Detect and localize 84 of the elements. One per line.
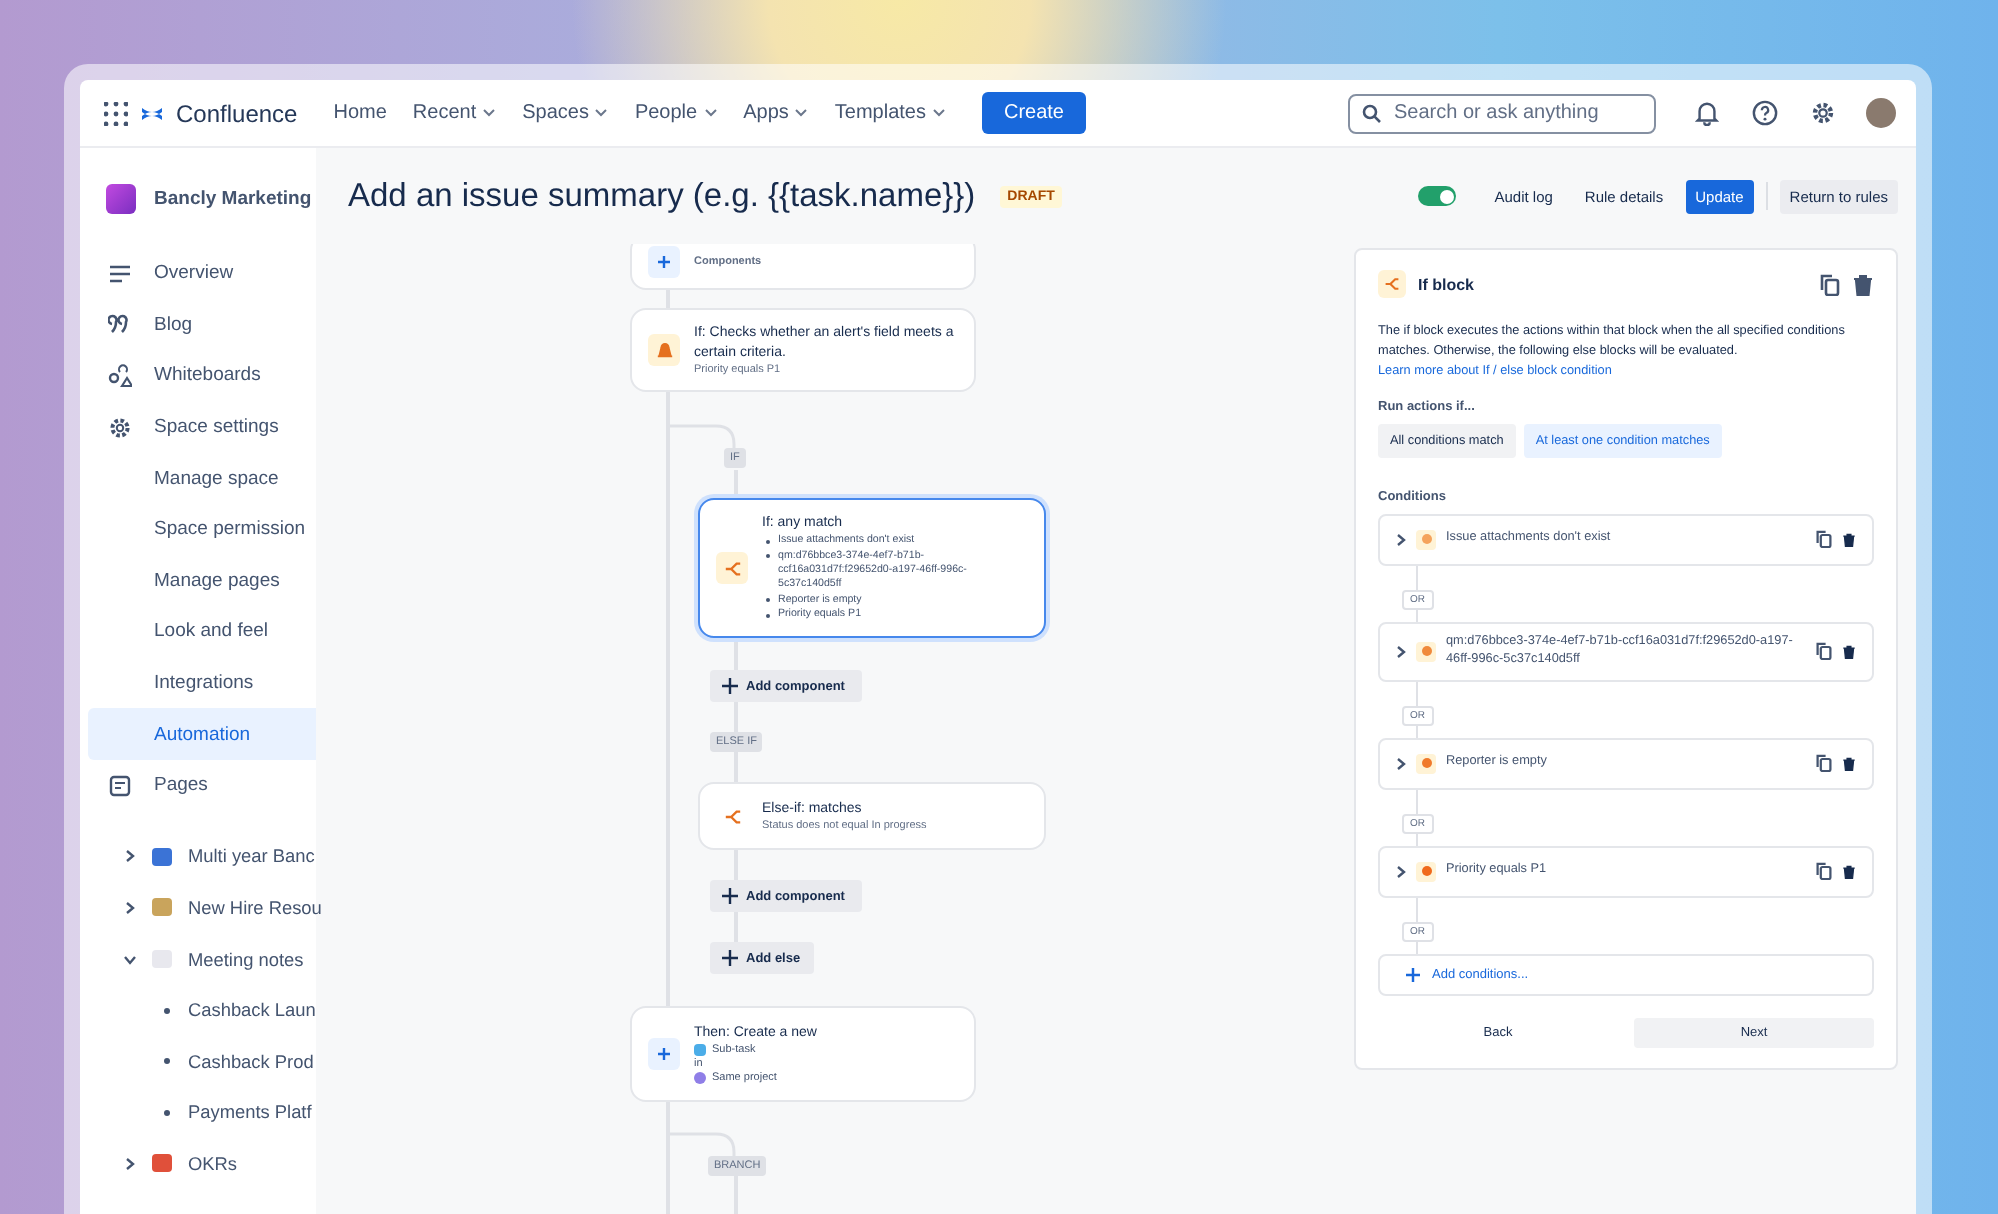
copy-icon[interactable]: [1816, 862, 1832, 881]
page-tree-item[interactable]: OKRs: [88, 1138, 238, 1190]
bell-icon: [648, 334, 680, 366]
user-avatar[interactable]: [1866, 98, 1896, 128]
plus-icon: [722, 888, 738, 904]
plus-icon: [1406, 967, 1420, 982]
chevron-icon[interactable]: [124, 850, 136, 863]
quote-icon: [108, 312, 132, 337]
app-name[interactable]: Confluence: [176, 99, 298, 127]
page-tree-item[interactable]: Cashback Prod: [88, 1035, 314, 1087]
notification-bell-icon[interactable]: [1694, 100, 1720, 126]
page-tree-item[interactable]: Payments Platf: [88, 1087, 312, 1139]
condition-icon: [1416, 753, 1436, 774]
copy-icon[interactable]: [1816, 642, 1832, 661]
chevron-icon[interactable]: [124, 901, 136, 914]
nav-link[interactable]: Home: [333, 102, 387, 124]
plus-icon: [722, 950, 738, 966]
caret-icon[interactable]: [703, 108, 718, 118]
sidebar-item[interactable]: Whiteboards: [88, 350, 316, 402]
sidebar-item[interactable]: Pages: [88, 759, 316, 812]
settings-icon[interactable]: [1810, 100, 1836, 126]
project-icon: [694, 1072, 706, 1085]
nav-link[interactable]: Spaces: [522, 102, 609, 124]
trash-icon[interactable]: [1842, 531, 1856, 548]
rule-toggle[interactable]: [1418, 186, 1457, 206]
trash-icon[interactable]: [1842, 755, 1856, 772]
bullet-icon: [164, 1109, 170, 1116]
page-tree-item[interactable]: New Hire Resou: [88, 882, 322, 934]
trash-icon[interactable]: [1842, 643, 1856, 660]
sidebar-item[interactable]: Overview: [88, 248, 316, 300]
copy-icon[interactable]: [1816, 530, 1832, 549]
plus-icon: [722, 678, 738, 694]
condition-icon: [1416, 529, 1436, 550]
chevron-icon[interactable]: [1396, 865, 1406, 878]
branch-icon: [1378, 270, 1406, 298]
sidebar-item[interactable]: Integrations: [88, 657, 316, 709]
app-grid-icon[interactable]: [104, 101, 128, 125]
plus-icon: [648, 1038, 680, 1070]
branch-icon: [716, 552, 748, 584]
sidebar-item[interactable]: Blog: [88, 299, 316, 351]
chevron-icon[interactable]: [1396, 533, 1406, 546]
nav-link[interactable]: People: [634, 102, 718, 124]
sidebar-item[interactable]: Manage space: [88, 452, 316, 504]
bullet-icon: [164, 1007, 170, 1014]
copy-icon[interactable]: [1816, 754, 1832, 773]
list-icon: [108, 261, 132, 286]
trash-icon[interactable]: [1842, 863, 1856, 880]
search-field[interactable]: Search or ask anything: [1348, 93, 1656, 133]
help-icon[interactable]: [1752, 100, 1778, 126]
sidebar-item[interactable]: Space permission: [88, 503, 316, 556]
create-button[interactable]: Create: [981, 92, 1086, 134]
sidebar-item[interactable]: Space settings: [88, 401, 316, 453]
sidebar-item[interactable]: Look and feel: [88, 606, 316, 658]
chevron-icon[interactable]: [124, 953, 136, 966]
sidebar-item[interactable]: Manage pages: [88, 555, 316, 607]
condition-icon: [1416, 861, 1436, 882]
caret-icon[interactable]: [794, 108, 809, 118]
space-name[interactable]: Bancly Marketing: [154, 188, 312, 210]
chevron-icon[interactable]: [124, 1157, 136, 1170]
chevron-icon[interactable]: [1396, 757, 1406, 770]
caret-icon[interactable]: [594, 108, 609, 118]
panel-title: If block: [1418, 275, 1475, 293]
page-tree-item[interactable]: Cashback Laun: [88, 984, 316, 1036]
page-title: Add an issue summary (e.g. {{task.name}}): [348, 177, 976, 215]
shapes-icon: [108, 363, 132, 388]
condition-icon: [1416, 641, 1436, 662]
nav-link[interactable]: Apps: [743, 102, 809, 124]
space-icon: [106, 184, 136, 214]
subtask-icon: [694, 1044, 706, 1057]
search-icon: [1362, 103, 1382, 123]
trash-icon[interactable]: [1852, 273, 1874, 295]
copy-icon[interactable]: [1820, 273, 1840, 295]
caret-icon[interactable]: [931, 108, 946, 118]
chevron-icon[interactable]: [1396, 645, 1406, 658]
sidebar-item[interactable]: Automation: [88, 708, 316, 760]
bullet-icon: [164, 1058, 170, 1065]
nav-link[interactable]: Templates: [834, 102, 946, 124]
nav-link[interactable]: Recent: [412, 102, 497, 124]
gear-icon: [108, 415, 132, 440]
page-icon: [108, 773, 132, 798]
page-tree-item[interactable]: Multi year Banc: [88, 831, 315, 883]
plus-icon: [648, 246, 680, 278]
caret-icon[interactable]: [482, 108, 497, 118]
page-tree-item[interactable]: Meeting notes: [88, 933, 304, 985]
